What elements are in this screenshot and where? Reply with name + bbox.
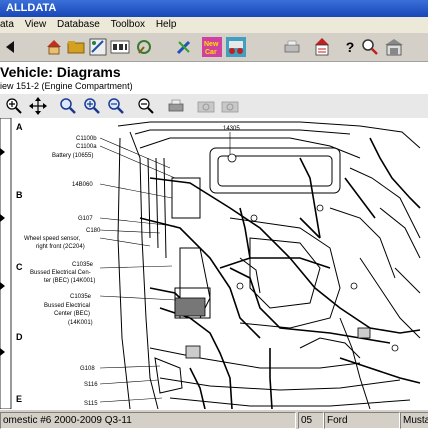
pan-icon[interactable]: [28, 96, 48, 116]
home-icon[interactable]: [44, 37, 64, 57]
diagram-toolbar: [0, 94, 428, 119]
page-title: Vehicle: Diagrams: [0, 64, 121, 80]
label-wheel-speed-sensor-2: right front (2C204): [36, 244, 85, 250]
help-icon[interactable]: ?: [340, 37, 360, 57]
window-title: ALLDATA: [6, 2, 57, 14]
label-14b060: 14B060: [72, 182, 93, 188]
tools-icon[interactable]: [174, 37, 194, 57]
label-bec2-3: (14K001): [68, 320, 93, 326]
status-vehicle-info: omestic #6 2000-2009 Q3-11: [0, 412, 296, 429]
engine-compartment-diagram: A B C D E 14305 C1100b C1100a Battery (1…: [0, 118, 421, 409]
label-g108: G108: [80, 366, 95, 372]
camera-2-icon[interactable]: [220, 96, 240, 116]
zone-label-c: C: [16, 262, 23, 272]
menu-toolbox[interactable]: Toolbox: [111, 17, 145, 33]
diagram-tool-icon[interactable]: [88, 37, 108, 57]
page-subtitle: iew 151-2 (Engine Compartment): [0, 81, 133, 91]
garage-icon[interactable]: [384, 37, 404, 57]
label-battery: Battery (10655): [52, 153, 93, 159]
status-model: Musta: [400, 412, 428, 429]
zone-label-a: A: [16, 122, 23, 132]
label-c1035e: C1035e: [72, 262, 94, 268]
label-s116: S116: [84, 382, 98, 388]
camera-icon[interactable]: [196, 96, 216, 116]
svg-text:Car: Car: [205, 49, 217, 56]
menu-view[interactable]: View: [25, 17, 47, 33]
label-c1035e-2: C1035e: [70, 294, 92, 300]
status-make: Ford: [324, 412, 400, 429]
label-14305: 14305: [223, 126, 240, 132]
label-c180: C180: [86, 228, 101, 234]
label-g107: G107: [78, 216, 93, 222]
label-c1100b: C1100b: [76, 136, 97, 142]
zoom-in-blue-icon[interactable]: [82, 96, 102, 116]
print-icon[interactable]: [282, 37, 302, 57]
used-car-icon[interactable]: [226, 37, 246, 57]
label-bec2-1: Bussed Electrical: [44, 303, 90, 309]
zone-label-d: D: [16, 332, 23, 342]
menu-data[interactable]: ata: [0, 17, 14, 33]
status-code: 05: [298, 412, 324, 429]
menu-help[interactable]: Help: [156, 17, 177, 33]
zoom-fit-icon[interactable]: [58, 96, 78, 116]
view-header: Vehicle: Diagrams iew 151-2 (Engine Comp…: [0, 62, 428, 95]
back-arrow-icon[interactable]: [0, 37, 20, 57]
main-toolbar: New Car ?: [0, 33, 428, 62]
zone-label-b: B: [16, 190, 23, 200]
label-bec-2: ter (BEC) (14K001): [44, 278, 95, 284]
label-bec2-2: Center (BEC): [54, 311, 90, 317]
folder-icon[interactable]: [66, 37, 86, 57]
label-c1100a: C1100a: [76, 144, 97, 150]
label-s115: S115: [84, 401, 98, 407]
svg-text:New: New: [204, 41, 219, 48]
new-car-icon[interactable]: New Car: [202, 37, 222, 57]
zoom-out-icon[interactable]: [136, 96, 156, 116]
label-wheel-speed-sensor: Wheel speed sensor,: [24, 236, 80, 242]
status-bar: omestic #6 2000-2009 Q3-11 05 Ford Musta: [0, 409, 428, 429]
zoom-in-icon[interactable]: [4, 96, 24, 116]
menu-bar: ata View Database Toolbox Help: [0, 17, 428, 33]
report-icon[interactable]: [312, 37, 332, 57]
zoom-out-blue-icon[interactable]: [106, 96, 126, 116]
wrench-tool-icon[interactable]: [134, 37, 154, 57]
print-diagram-icon[interactable]: [166, 96, 186, 116]
window-title-bar: ALLDATA: [0, 0, 428, 17]
menu-database[interactable]: Database: [57, 17, 100, 33]
wiring-diagram-canvas[interactable]: A B C D E 14305 C1100b C1100a Battery (1…: [0, 118, 428, 409]
zone-label-e: E: [16, 394, 22, 404]
tsb-icon[interactable]: [110, 37, 130, 57]
label-bec-1: Bussed Electrical Cen-: [30, 270, 91, 276]
search-icon[interactable]: [360, 37, 380, 57]
